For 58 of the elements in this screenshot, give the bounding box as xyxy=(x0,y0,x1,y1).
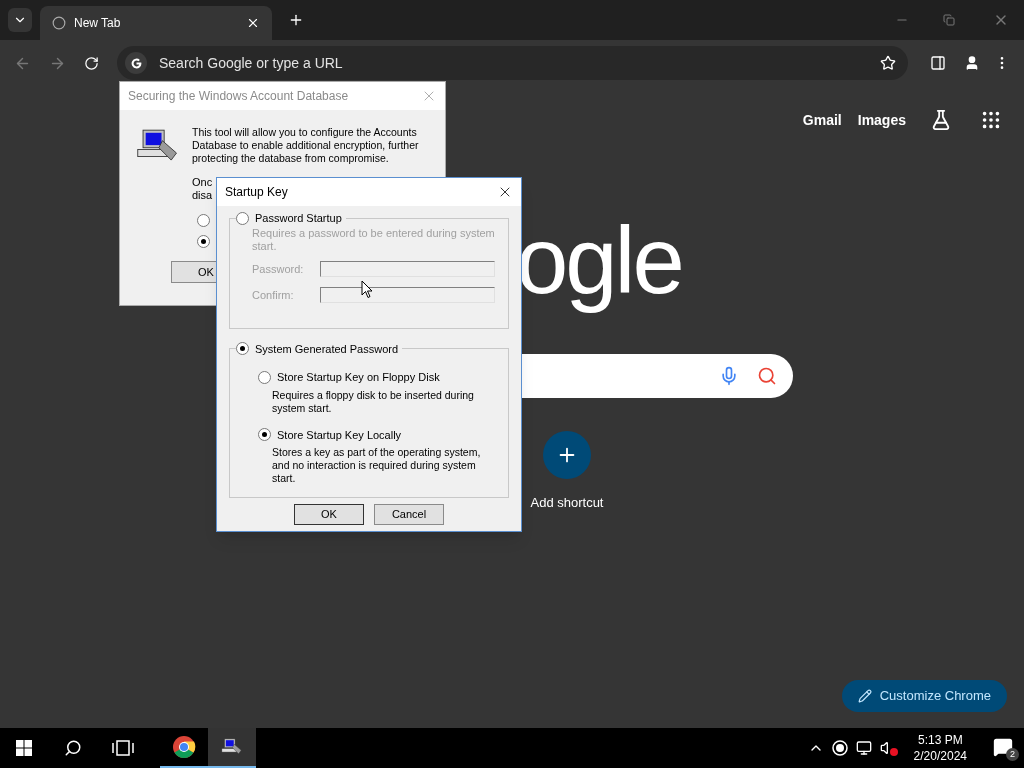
option-label: Store Startup Key Locally xyxy=(277,427,402,443)
header-link[interactable]: Gmail xyxy=(802,109,842,131)
ok-button[interactable]: OK xyxy=(171,261,217,284)
reload-icon[interactable] xyxy=(84,55,99,71)
add-shortcut-button[interactable] xyxy=(543,431,591,479)
search-icon[interactable] xyxy=(64,739,82,757)
field-label: Password: xyxy=(252,261,305,277)
tab-title: New Tab xyxy=(74,15,122,32)
google-logo: ogle xyxy=(516,211,682,311)
window-title: Securing the Windows Account Database xyxy=(128,88,349,105)
mouse-cursor-icon xyxy=(361,280,373,299)
dialog-button[interactable]: Cancel xyxy=(374,504,444,525)
windows-start-icon[interactable] xyxy=(16,740,32,756)
restore-icon[interactable] xyxy=(943,14,955,26)
side-panel-icon[interactable] xyxy=(930,55,946,71)
option-description: Requires a floppy disk to be inserted during system start. xyxy=(271,388,475,415)
microphone-icon[interactable] xyxy=(719,366,739,386)
clock-date[interactable]: 2/20/2024 xyxy=(913,748,967,764)
dialog-text: This tool will allow you to configure the Accounts Database to enable additional encryption, further protecting the database from compromise. xyxy=(192,126,420,165)
radio-button[interactable] xyxy=(236,211,249,225)
option-description: Stores a key as part of the operating system, and no interaction is required during system start. xyxy=(271,446,482,485)
record-icon[interactable] xyxy=(831,740,848,756)
bookmark-star-icon[interactable] xyxy=(880,55,896,71)
profile-icon[interactable] xyxy=(964,55,980,71)
option-label: Password Startup xyxy=(255,211,342,226)
flask-icon[interactable] xyxy=(930,109,952,131)
network-icon[interactable] xyxy=(855,740,872,756)
radio-button[interactable] xyxy=(258,370,271,384)
dialog-text: disa xyxy=(192,189,213,202)
notification-count: 2 xyxy=(1006,748,1019,761)
new-tab-icon[interactable] xyxy=(288,12,304,28)
option-label: Store Startup Key on Floppy Disk xyxy=(277,370,440,385)
close-tab-icon[interactable] xyxy=(246,16,260,30)
taskbar-app[interactable] xyxy=(208,728,256,768)
window-title: Startup Key xyxy=(225,184,288,201)
radio-button[interactable] xyxy=(236,342,249,356)
field-label: Confirm: xyxy=(252,288,295,303)
customize-chrome-button[interactable]: Customize Chrome xyxy=(841,680,1007,712)
header-link[interactable]: Images xyxy=(857,109,906,131)
radio-button[interactable] xyxy=(258,428,271,442)
address-bar[interactable]: Search Google or type a URL xyxy=(117,46,908,80)
pencil-icon xyxy=(857,689,872,703)
dialog-text: Onc xyxy=(192,176,213,189)
radio-button[interactable] xyxy=(197,214,210,227)
option-description: Requires a password to be entered during system start. xyxy=(251,226,496,253)
option-label: System Generated Password xyxy=(255,341,399,357)
address-input[interactable]: Search Google or type a URL xyxy=(159,52,868,74)
add-shortcut-label: Add shortcut xyxy=(530,494,604,512)
clock-time[interactable]: 5:13 PM xyxy=(917,732,963,748)
dialog-button[interactable]: OK xyxy=(294,504,364,525)
browser-tab[interactable]: New Tab xyxy=(40,6,272,40)
computer-icon[interactable] xyxy=(221,738,243,756)
radio-button[interactable] xyxy=(197,235,210,248)
task-view-icon[interactable] xyxy=(112,740,134,756)
apps-grid-icon[interactable] xyxy=(980,109,1002,131)
google-g-icon xyxy=(125,52,147,74)
tab-search-button[interactable] xyxy=(8,8,32,32)
muted-speaker-icon[interactable] xyxy=(879,740,898,756)
